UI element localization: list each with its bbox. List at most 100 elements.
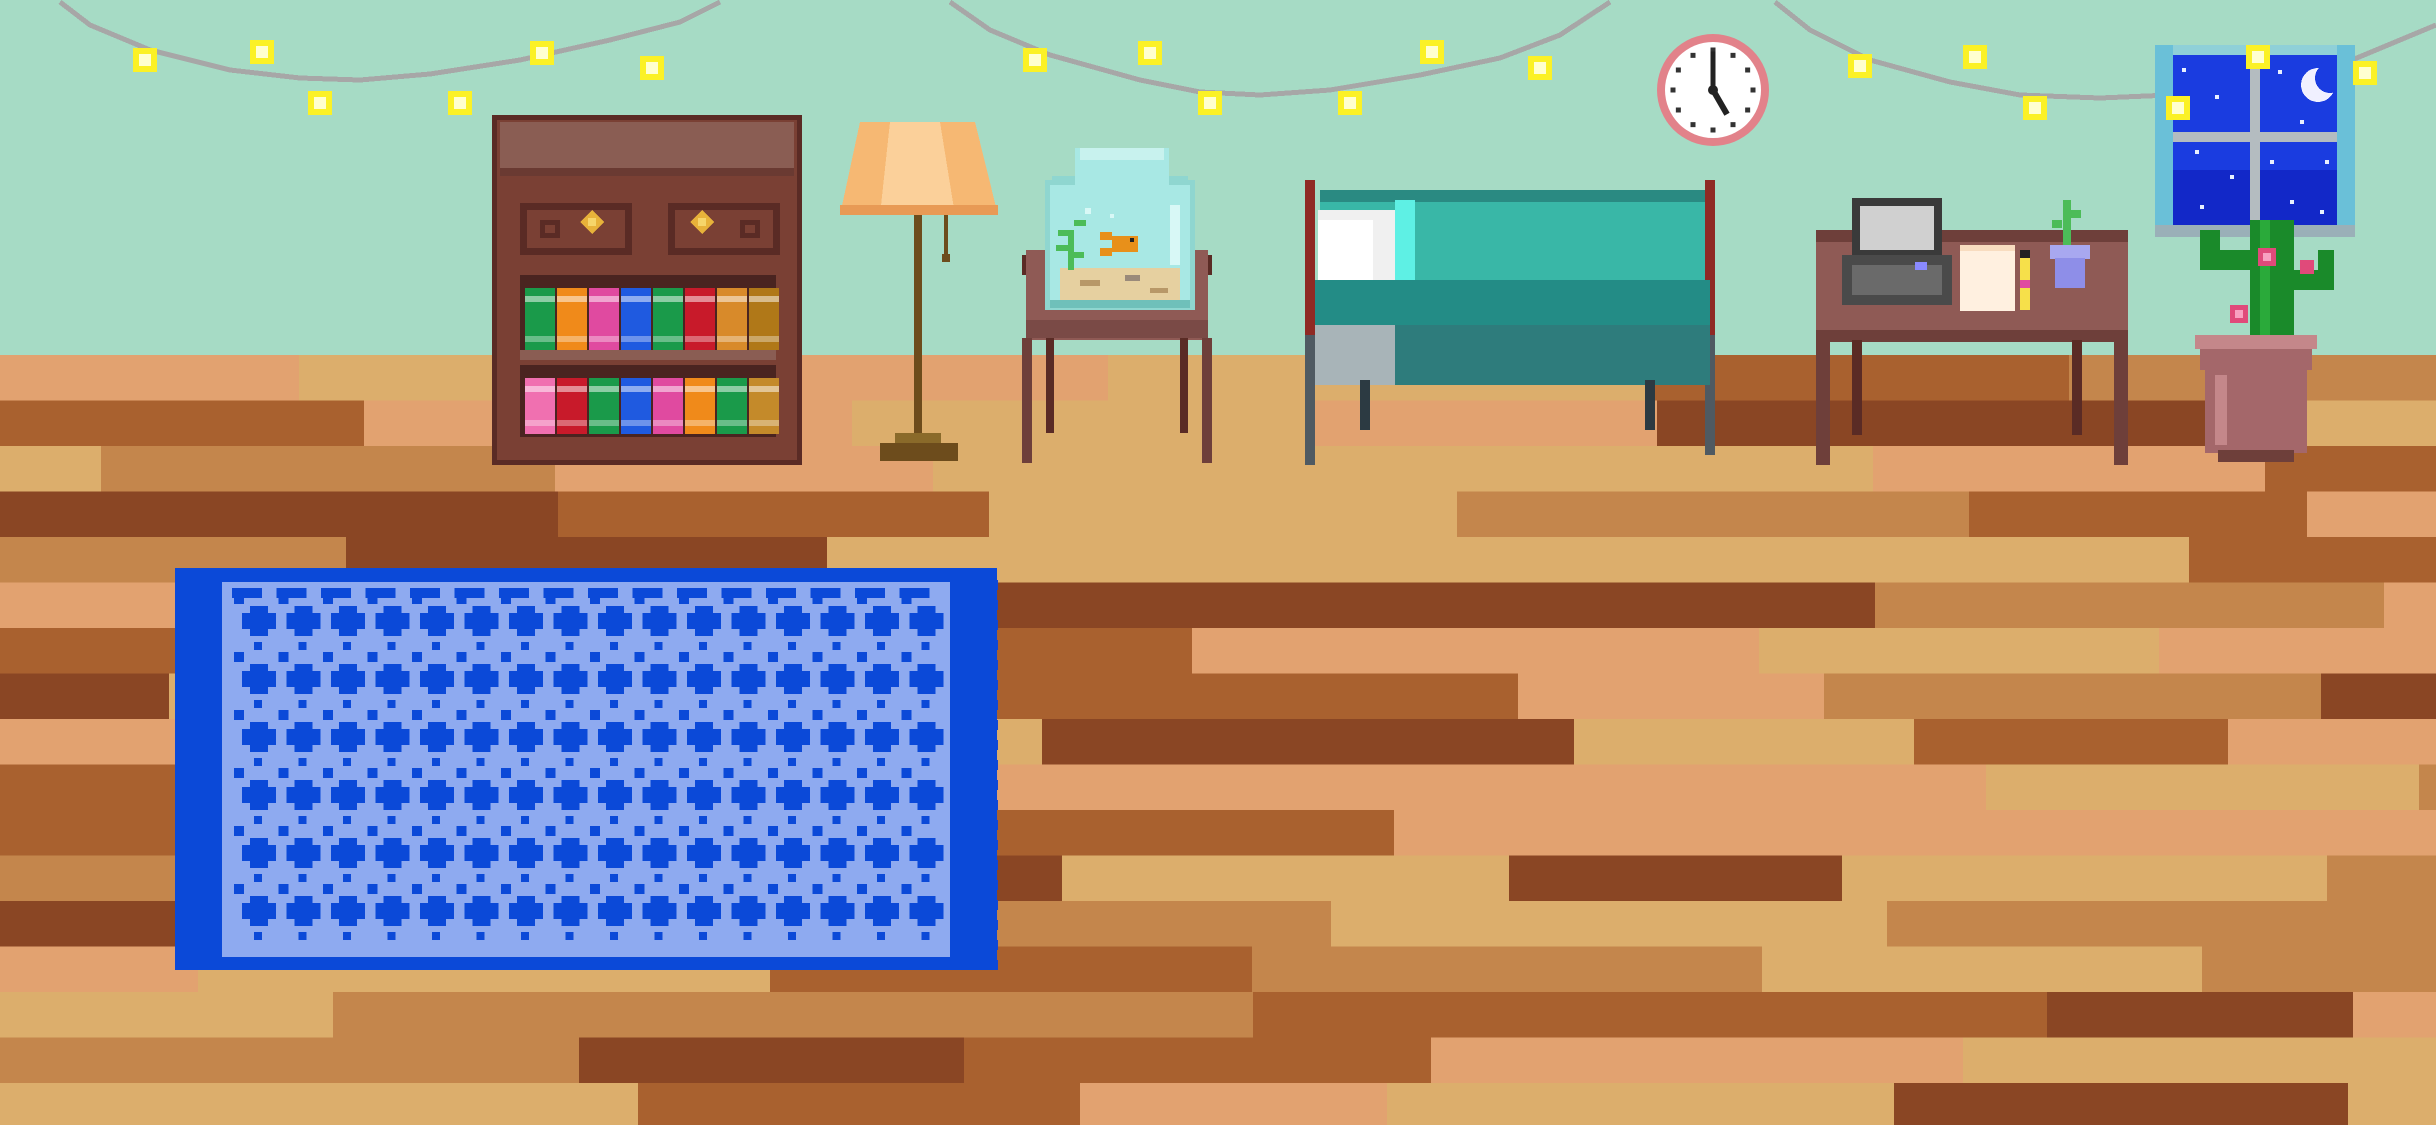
book-band <box>653 296 683 302</box>
rug-dot <box>743 642 752 650</box>
book-band <box>589 296 619 302</box>
floor-plank <box>1657 400 2219 447</box>
rug-motif <box>909 671 944 687</box>
rug-dot <box>590 652 600 662</box>
rug-dot <box>432 816 440 824</box>
rug-motif <box>232 588 262 598</box>
book-band <box>717 386 747 392</box>
rug-dot <box>634 884 645 894</box>
fairy-light-glow <box>2029 102 2041 114</box>
rug-dot <box>476 816 485 824</box>
rug-dot <box>768 884 778 894</box>
floor-plank <box>1431 1037 1963 1084</box>
rug-dot <box>812 652 823 662</box>
book-band <box>557 336 587 342</box>
book-band <box>653 420 683 426</box>
rug-dot <box>768 652 778 662</box>
rug-motif <box>721 588 752 598</box>
rug-dot <box>921 932 930 940</box>
window[interactable] <box>2155 45 2355 237</box>
rug-dot <box>476 758 485 766</box>
rug-dot <box>521 700 529 708</box>
rug-motif <box>553 671 588 687</box>
clock-tick <box>1750 87 1756 93</box>
floor-plank <box>101 446 555 493</box>
rug-motif <box>509 613 543 629</box>
rug-dot <box>877 700 885 708</box>
floor-plank <box>558 491 989 538</box>
rug-dot <box>877 642 885 650</box>
rug-dot <box>501 710 511 720</box>
rug-motif <box>331 671 365 687</box>
rug-dot <box>456 884 467 894</box>
star <box>2270 160 2274 164</box>
rug-dot <box>679 710 689 720</box>
rug-dot <box>278 826 289 836</box>
rug-motif <box>820 729 855 745</box>
rug-motif <box>865 903 899 919</box>
rug-motif <box>420 671 454 687</box>
bookshelf[interactable] <box>492 115 802 465</box>
rug-dot <box>723 826 734 836</box>
rug-dot <box>590 710 600 720</box>
rug-dot <box>654 816 663 824</box>
rug-motif <box>454 588 485 598</box>
rug-motif <box>820 903 855 919</box>
rug-dot <box>565 642 574 650</box>
rug-motif <box>687 613 721 629</box>
rug-dot <box>234 768 244 778</box>
star <box>2200 205 2204 209</box>
rug-dot <box>679 884 689 894</box>
floor-plank <box>1842 855 2327 902</box>
rug-motif <box>242 845 276 861</box>
floor-plank <box>2228 719 2436 766</box>
book-band <box>557 296 587 302</box>
rug-dot <box>298 642 307 650</box>
floor-plank <box>2047 992 2353 1039</box>
floor-plank <box>333 992 910 1039</box>
book-band <box>525 420 555 426</box>
rug-motif <box>420 845 454 861</box>
rug-motif <box>909 729 944 745</box>
rug-dot <box>278 652 289 662</box>
rug-dot <box>412 768 422 778</box>
book-band <box>749 420 779 426</box>
rug-motif <box>776 671 810 687</box>
rug-dot <box>234 884 244 894</box>
rug-dot <box>521 874 529 882</box>
floor-plank <box>1574 764 1986 811</box>
rug-dot <box>323 652 333 662</box>
room-scene <box>0 0 2436 1125</box>
computer[interactable] <box>1842 198 1952 305</box>
floor-plank <box>2189 537 2436 584</box>
rug-motif <box>731 671 766 687</box>
rug-motif <box>365 588 396 598</box>
pencil-icon[interactable] <box>2020 250 2030 310</box>
rug-motif <box>909 903 944 919</box>
fairy-light-glow <box>2359 67 2371 79</box>
rug-dot <box>278 710 289 720</box>
star <box>2182 68 2186 72</box>
wall-clock[interactable] <box>1657 34 1769 146</box>
rug-dot <box>634 652 645 662</box>
rug-dot <box>788 700 796 708</box>
rug-motif <box>509 903 543 919</box>
rug-dot <box>901 884 912 894</box>
rug-dot <box>456 652 467 662</box>
rug-dot <box>877 932 885 940</box>
rug-dot <box>501 768 511 778</box>
rug-dot <box>857 768 867 778</box>
book-band <box>653 336 683 342</box>
notepad[interactable] <box>1960 245 2015 311</box>
rug[interactable] <box>175 568 998 970</box>
fairy-light-glow <box>1969 51 1981 63</box>
floor-plank <box>1316 582 1875 629</box>
rug-motif <box>687 787 721 803</box>
book-band <box>621 386 651 392</box>
rug-dot <box>654 932 663 940</box>
rug-dot <box>565 874 574 882</box>
rug-motif <box>286 613 321 629</box>
rug-dot <box>832 874 841 882</box>
floor-plank <box>0 446 101 493</box>
rug-dot <box>812 884 823 894</box>
